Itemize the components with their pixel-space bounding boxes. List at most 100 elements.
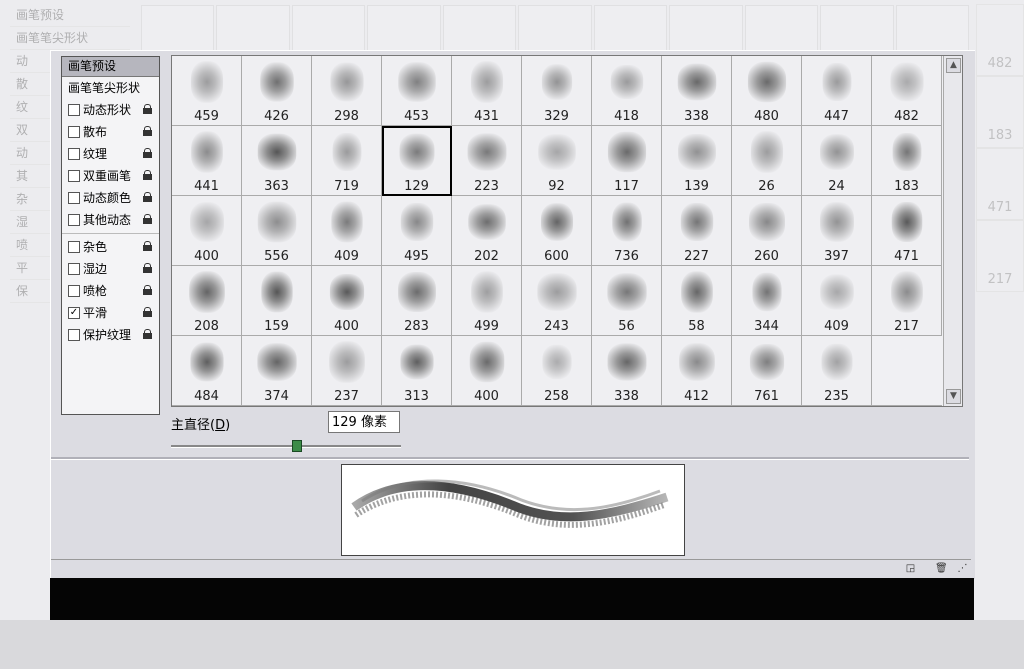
resize-grip-icon[interactable]: ⋰: [957, 563, 968, 574]
option-checkbox[interactable]: [68, 192, 80, 204]
lock-icon[interactable]: [143, 285, 152, 295]
brush-option-item[interactable]: 其他动态: [62, 209, 159, 231]
diameter-slider-thumb[interactable]: [291, 440, 302, 452]
brush-preset-cell[interactable]: 400: [312, 266, 382, 336]
brush-preset-cell[interactable]: 409: [802, 266, 872, 336]
brush-preset-cell[interactable]: 260: [732, 196, 802, 266]
option-checkbox[interactable]: [68, 170, 80, 182]
brush-preset-cell[interactable]: 329: [522, 56, 592, 126]
lock-icon[interactable]: [143, 126, 152, 136]
option-checkbox[interactable]: [68, 285, 80, 297]
brush-preset-cell[interactable]: 480: [732, 56, 802, 126]
brush-preset-cell[interactable]: 56: [592, 266, 662, 336]
brush-preset-cell[interactable]: 453: [382, 56, 452, 126]
brush-preset-cell[interactable]: 202: [452, 196, 522, 266]
brush-preset-cell[interactable]: 418: [592, 56, 662, 126]
brush-preset-cell[interactable]: 761: [732, 336, 802, 406]
brush-preset-cell[interactable]: 227: [662, 196, 732, 266]
lock-icon[interactable]: [143, 170, 152, 180]
grid-scrollbar[interactable]: ▲ ▼: [943, 56, 962, 406]
brush-option-item[interactable]: 双重画笔: [62, 165, 159, 187]
brush-preset-cell[interactable]: 409: [312, 196, 382, 266]
brush-preset-cell[interactable]: 412: [662, 336, 732, 406]
brush-preset-cell[interactable]: 313: [382, 336, 452, 406]
lock-icon[interactable]: [143, 263, 152, 273]
option-checkbox[interactable]: [68, 126, 80, 138]
brush-option-item[interactable]: 喷枪: [62, 280, 159, 302]
brush-preset-cell[interactable]: 243: [522, 266, 592, 336]
brush-preset-cell[interactable]: 447: [802, 56, 872, 126]
option-checkbox[interactable]: [68, 263, 80, 275]
delete-brush-icon[interactable]: 🗑: [935, 563, 948, 574]
brush-preset-cell[interactable]: 431: [452, 56, 522, 126]
brush-preset-cell[interactable]: 482: [872, 56, 942, 126]
brush-preset-cell[interactable]: 92: [522, 126, 592, 196]
brush-preset-cell[interactable]: 459: [172, 56, 242, 126]
brush-preset-cell[interactable]: 159: [242, 266, 312, 336]
brush-option-item[interactable]: 动态颜色: [62, 187, 159, 209]
brush-preset-cell[interactable]: 400: [172, 196, 242, 266]
brush-preset-cell[interactable]: 183: [872, 126, 942, 196]
brush-option-item[interactable]: 湿边: [62, 258, 159, 280]
option-checkbox[interactable]: [68, 214, 80, 226]
lock-icon[interactable]: [143, 307, 152, 317]
brush-option-item[interactable]: 杂色: [62, 236, 159, 258]
brush-preset-cell[interactable]: 129: [382, 126, 452, 196]
lock-icon[interactable]: [143, 329, 152, 339]
option-checkbox[interactable]: [68, 104, 80, 116]
brush-preset-cell[interactable]: 400: [452, 336, 522, 406]
brush-preset-cell[interactable]: 258: [522, 336, 592, 406]
option-checkbox[interactable]: [68, 148, 80, 160]
lock-icon[interactable]: [143, 192, 152, 202]
brush-preset-cell[interactable]: 283: [382, 266, 452, 336]
brush-preset-cell[interactable]: 471: [872, 196, 942, 266]
diameter-input[interactable]: 129 像素: [328, 411, 400, 433]
brush-preset-cell[interactable]: 24: [802, 126, 872, 196]
diameter-slider-track[interactable]: [171, 445, 401, 448]
brush-tip-shape-item[interactable]: 画笔笔尖形状: [62, 77, 159, 99]
stroke-preview-graphic: [351, 479, 669, 528]
lock-icon[interactable]: [143, 148, 152, 158]
brush-preset-cell[interactable]: 344: [732, 266, 802, 336]
brush-preset-cell[interactable]: 117: [592, 126, 662, 196]
brush-preset-cell[interactable]: 736: [592, 196, 662, 266]
brush-preset-cell[interactable]: 556: [242, 196, 312, 266]
brush-preset-cell[interactable]: 495: [382, 196, 452, 266]
brush-presets-tab[interactable]: 画笔预设: [62, 57, 159, 77]
brush-option-item[interactable]: 动态形状: [62, 99, 159, 121]
brush-preset-cell[interactable]: 237: [312, 336, 382, 406]
option-checkbox[interactable]: [68, 241, 80, 253]
brush-preset-cell[interactable]: 298: [312, 56, 382, 126]
brush-preset-cell[interactable]: 397: [802, 196, 872, 266]
brush-preset-cell[interactable]: 139: [662, 126, 732, 196]
brush-option-item[interactable]: 保护纹理: [62, 324, 159, 346]
brush-option-item[interactable]: 散布: [62, 121, 159, 143]
option-checkbox[interactable]: ✓: [68, 307, 80, 319]
lock-icon[interactable]: [143, 104, 152, 114]
brush-preset-cell[interactable]: 235: [802, 336, 872, 406]
brush-preset-cell[interactable]: 600: [522, 196, 592, 266]
brush-preset-cell[interactable]: 26: [732, 126, 802, 196]
brush-preset-cell[interactable]: 208: [172, 266, 242, 336]
brush-preset-cell[interactable]: 58: [662, 266, 732, 336]
brush-preset-cell[interactable]: 499: [452, 266, 522, 336]
scroll-down-icon[interactable]: ▼: [946, 389, 961, 404]
brush-preset-cell[interactable]: 363: [242, 126, 312, 196]
brush-preset-cell[interactable]: 217: [872, 266, 942, 336]
brush-preset-cell[interactable]: 338: [592, 336, 662, 406]
brush-preset-cell[interactable]: 338: [662, 56, 732, 126]
brush-thumbnail: [820, 274, 854, 310]
brush-preset-cell[interactable]: 719: [312, 126, 382, 196]
option-checkbox[interactable]: [68, 329, 80, 341]
brush-preset-cell[interactable]: 484: [172, 336, 242, 406]
scroll-up-icon[interactable]: ▲: [946, 58, 961, 73]
new-brush-icon[interactable]: ◲: [905, 563, 916, 574]
brush-preset-cell[interactable]: 223: [452, 126, 522, 196]
lock-icon[interactable]: [143, 214, 152, 224]
brush-preset-cell[interactable]: 426: [242, 56, 312, 126]
brush-preset-cell[interactable]: 441: [172, 126, 242, 196]
brush-option-item[interactable]: ✓ 平滑: [62, 302, 159, 324]
lock-icon[interactable]: [143, 241, 152, 251]
brush-option-item[interactable]: 纹理: [62, 143, 159, 165]
brush-preset-cell[interactable]: 374: [242, 336, 312, 406]
